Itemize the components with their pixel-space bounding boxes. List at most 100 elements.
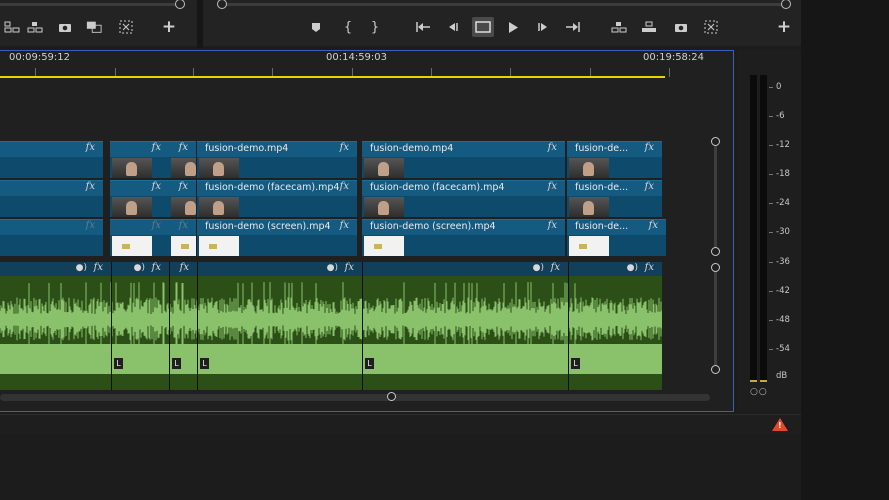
fx-badge[interactable]: fx [548, 181, 557, 192]
fx-badge[interactable]: fx [179, 142, 188, 153]
volume-icon[interactable]: ●) [134, 263, 145, 273]
scroll-handle[interactable] [711, 365, 720, 374]
audio-clip[interactable]: ●) fx L [568, 262, 662, 390]
video-clip[interactable]: fx [0, 141, 103, 178]
fx-badge[interactable]: fx [180, 262, 189, 273]
meter-scale-tick [769, 320, 773, 321]
clip-name: fusion-de... [575, 143, 629, 154]
fx-badge[interactable]: fx [340, 220, 349, 231]
mark-out-button[interactable]: } [367, 19, 383, 35]
video-clip[interactable]: fx [0, 219, 103, 256]
video-clip[interactable]: fusion-demo (screen).mp4 fx [197, 219, 357, 256]
program-start-handle[interactable] [217, 0, 227, 9]
video-clip[interactable]: fx [169, 141, 196, 178]
audio-waveform [363, 282, 568, 344]
step-forward-icon[interactable] [535, 19, 551, 35]
fx-badge[interactable]: fx [86, 142, 95, 153]
overwrite-icon[interactable] [27, 19, 43, 35]
fx-badge[interactable]: fx [548, 220, 557, 231]
source-playhead-handle[interactable] [175, 0, 185, 9]
source-scrubber[interactable] [0, 0, 185, 9]
video-scrollbar[interactable] [711, 137, 720, 256]
video-clip[interactable]: fx [110, 180, 169, 217]
meter-solo-buttons[interactable]: ○○ [750, 387, 768, 397]
scroll-handle[interactable] [711, 137, 720, 146]
step-back-icon[interactable] [445, 19, 461, 35]
export-frame-icon[interactable] [86, 19, 102, 35]
fx-badge[interactable]: fx [649, 220, 658, 231]
video-clip[interactable]: fx [110, 141, 169, 178]
audio-clip[interactable]: ●) fx L [362, 262, 568, 390]
video-clip[interactable]: fx [169, 219, 196, 256]
play-icon[interactable] [505, 19, 521, 35]
extract-icon[interactable] [641, 19, 657, 35]
button-editor-icon[interactable] [118, 19, 134, 35]
audio-clip[interactable]: fx L [169, 262, 197, 390]
go-to-out-icon[interactable] [565, 19, 581, 35]
video-clip[interactable]: fusion-de... fx [567, 219, 666, 256]
fx-badge[interactable]: fx [152, 181, 161, 192]
audio-waveform [112, 282, 169, 344]
program-playhead-handle[interactable] [781, 0, 791, 9]
loop-button[interactable] [472, 17, 494, 37]
meter-right-channel [760, 75, 767, 382]
fx-badge[interactable]: fx [86, 181, 95, 192]
video-clip[interactable]: fx [169, 180, 196, 217]
mark-in-button[interactable]: { [340, 19, 356, 35]
video-clip[interactable]: fusion-demo.mp4 fx [197, 141, 357, 178]
work-area-bar[interactable] [0, 76, 665, 78]
fx-badge[interactable]: fx [152, 262, 161, 273]
fx-badge[interactable]: fx [345, 262, 354, 273]
audio-scrollbar[interactable] [711, 263, 720, 374]
meter-scale-tick [769, 232, 773, 233]
fx-badge[interactable]: fx [645, 142, 654, 153]
marker-icon[interactable] [308, 19, 324, 35]
audio-channel-bar [0, 344, 111, 374]
audio-clip[interactable]: ●) fx L [197, 262, 362, 390]
program-button-editor-icon[interactable] [703, 19, 719, 35]
scroll-handle[interactable] [711, 263, 720, 272]
fx-badge[interactable]: fx [645, 262, 654, 273]
clip-thumbnail [112, 197, 152, 217]
audio-clip[interactable]: ●) fx L [111, 262, 169, 390]
lift-icon[interactable] [611, 19, 627, 35]
fx-badge[interactable]: fx [94, 262, 103, 273]
volume-icon[interactable]: ●) [327, 263, 338, 273]
program-add-button[interactable]: + [776, 17, 792, 37]
fx-badge[interactable]: fx [152, 220, 161, 231]
audio-clip[interactable]: ●) fx [0, 262, 111, 390]
go-to-in-icon[interactable] [415, 19, 431, 35]
fx-badge[interactable]: fx [340, 181, 349, 192]
program-scrubber[interactable] [217, 0, 791, 9]
volume-icon[interactable]: ●) [533, 263, 544, 273]
fx-badge[interactable]: fx [179, 181, 188, 192]
volume-icon[interactable]: ●) [76, 263, 87, 273]
video-clip[interactable]: fusion-demo (facecam).mp4 fx [197, 180, 357, 217]
zoom-handle[interactable] [387, 392, 396, 401]
clip-thumbnail [364, 236, 404, 256]
insert-icon[interactable] [4, 19, 20, 35]
volume-icon[interactable]: ●) [627, 263, 638, 273]
video-clip[interactable]: fusion-demo.mp4 fx [362, 141, 565, 178]
video-clip[interactable]: fusion-de... fx [567, 141, 662, 178]
video-clip[interactable]: fusion-demo (screen).mp4 fx [362, 219, 565, 256]
video-clip[interactable]: fx [0, 180, 103, 217]
source-add-button[interactable]: + [161, 17, 177, 37]
meter-scale-tick [769, 145, 773, 146]
fx-badge[interactable]: fx [645, 181, 654, 192]
fx-badge[interactable]: fx [86, 220, 95, 231]
timeline-horizontal-scrollbar[interactable] [0, 392, 710, 401]
video-clip[interactable]: fusion-demo (facecam).mp4 fx [362, 180, 565, 217]
fx-badge[interactable]: fx [340, 142, 349, 153]
camera-icon[interactable] [57, 19, 73, 35]
program-camera-icon[interactable] [673, 19, 689, 35]
channel-label: L [114, 358, 123, 369]
fx-badge[interactable]: fx [548, 142, 557, 153]
video-clip[interactable]: fx [110, 219, 169, 256]
fx-badge[interactable]: fx [551, 262, 560, 273]
video-clip[interactable]: fusion-de... fx [567, 180, 662, 217]
fx-badge[interactable]: fx [179, 220, 188, 231]
meter-scale-tick [769, 349, 773, 350]
scroll-handle[interactable] [711, 247, 720, 256]
fx-badge[interactable]: fx [152, 142, 161, 153]
